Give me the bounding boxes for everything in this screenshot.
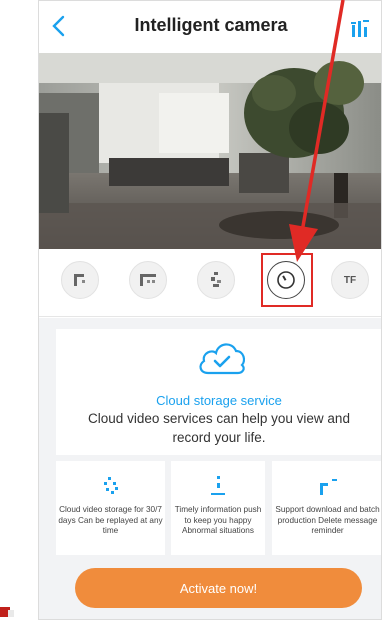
feature-card-download: Support download and batch production De… <box>272 461 381 555</box>
settings-button[interactable] <box>349 17 371 39</box>
control-toolbar: TF <box>39 249 381 317</box>
camera-video-feed[interactable] <box>39 53 381 249</box>
page-title: Intelligent camera <box>134 15 288 35</box>
cloud-service-description: Cloud video services can help you view a… <box>88 411 350 445</box>
tf-card-button[interactable]: TF <box>331 261 369 299</box>
phone-screen: Intelligent camera TF Cloud storage serv… <box>38 0 382 620</box>
feature-text-push: Timely information push to keep you happ… <box>174 505 262 535</box>
tf-card-icon: TF <box>343 274 357 286</box>
corner-badge-icon <box>0 607 14 617</box>
push-icon <box>211 476 225 495</box>
annotation-highlight-box <box>261 253 313 307</box>
video-frame <box>39 53 381 249</box>
feature-card-storage: Cloud video storage for 30/7 days Can be… <box>56 461 165 555</box>
cloud-service-title: Cloud storage service <box>156 393 282 408</box>
header-bar: Intelligent camera <box>39 1 381 53</box>
intercom-button[interactable] <box>197 261 235 299</box>
record-button[interactable] <box>129 261 167 299</box>
settings-icon <box>351 20 369 37</box>
intercom-icon <box>211 272 221 287</box>
screenshot-button[interactable] <box>61 261 99 299</box>
feature-card-push: Timely information push to keep you happ… <box>171 461 265 555</box>
feature-text-download: Support download and batch production De… <box>275 505 380 535</box>
cloud-info-card: Cloud storage service Cloud video servic… <box>56 329 381 455</box>
record-icon <box>140 274 156 286</box>
activate-now-button[interactable]: Activate now! <box>75 568 362 608</box>
feature-text-storage: Cloud video storage for 30/7 days Can be… <box>58 505 163 535</box>
cloud-storage-icon <box>103 477 118 494</box>
cloud-check-icon <box>199 343 246 375</box>
cloud-service-panel: Cloud storage service Cloud video servic… <box>39 318 381 619</box>
screenshot-icon <box>74 274 85 286</box>
download-icon <box>319 479 337 495</box>
